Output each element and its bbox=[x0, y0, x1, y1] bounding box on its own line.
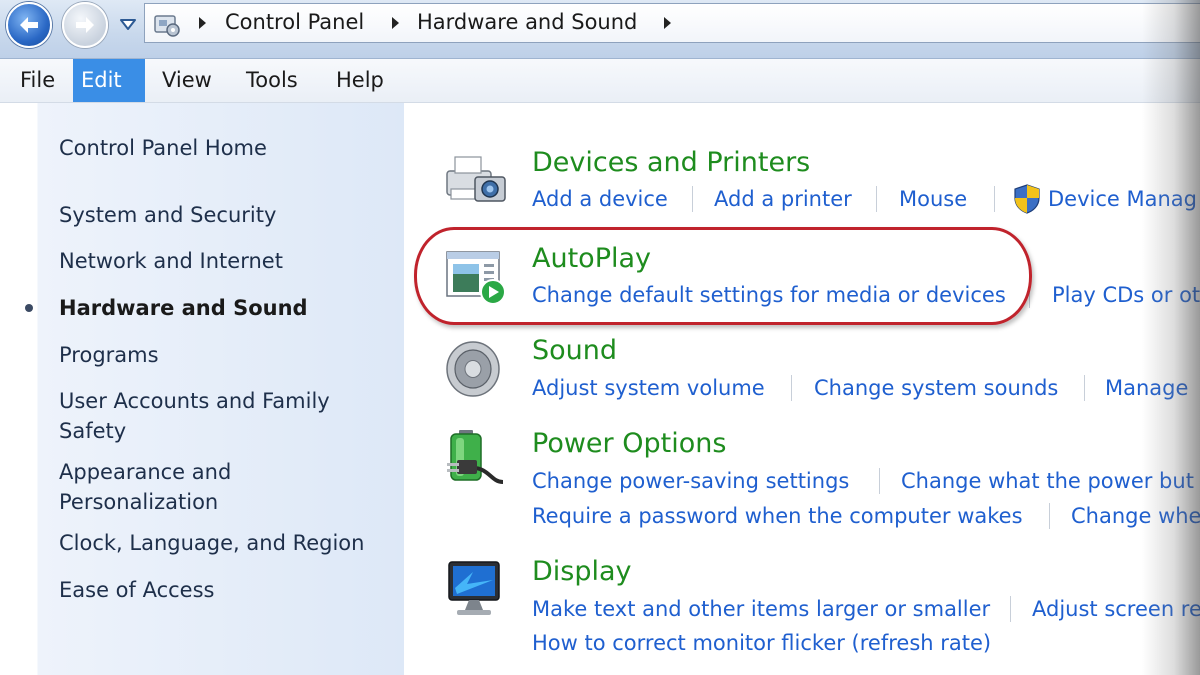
sidebar-item-programs[interactable]: Programs bbox=[59, 340, 159, 370]
arrow-right-icon bbox=[76, 17, 94, 33]
chevron-right-icon[interactable] bbox=[197, 16, 207, 30]
uac-shield-icon bbox=[1014, 184, 1040, 214]
breadcrumb-control-panel[interactable]: Control Panel bbox=[225, 10, 364, 34]
back-button[interactable] bbox=[6, 2, 52, 48]
link-separator bbox=[876, 186, 877, 212]
link-adjust-system-volume[interactable]: Adjust system volume bbox=[532, 376, 765, 400]
breadcrumb-hardware-and-sound[interactable]: Hardware and Sound bbox=[417, 10, 637, 34]
menu-edit[interactable]: Edit bbox=[73, 59, 145, 102]
menu-file[interactable]: File bbox=[12, 59, 63, 102]
current-item-bullet bbox=[25, 304, 33, 312]
link-separator bbox=[1084, 375, 1085, 401]
control-panel-icon bbox=[154, 15, 180, 37]
link-change-power-saving-settings[interactable]: Change power-saving settings bbox=[532, 469, 849, 493]
link-mouse[interactable]: Mouse bbox=[899, 187, 967, 211]
menu-view[interactable]: View bbox=[154, 59, 220, 102]
category-title-power-options[interactable]: Power Options bbox=[532, 428, 726, 459]
category-title-sound[interactable]: Sound bbox=[532, 335, 617, 366]
link-add-a-printer[interactable]: Add a printer bbox=[714, 187, 852, 211]
forward-button[interactable] bbox=[62, 2, 108, 48]
sidebar-item-network-and-internet[interactable]: Network and Internet bbox=[59, 246, 283, 276]
window-edge-shadow bbox=[1142, 0, 1200, 675]
recent-pages-chevron-icon[interactable] bbox=[118, 15, 138, 33]
link-separator bbox=[1010, 596, 1011, 622]
link-separator bbox=[791, 375, 792, 401]
category-title-display[interactable]: Display bbox=[532, 556, 632, 587]
category-content: Devices and Printers Add a device Add a … bbox=[405, 103, 1200, 675]
menu-tools[interactable]: Tools bbox=[238, 59, 306, 102]
sidebar-item-ease-of-access[interactable]: Ease of Access bbox=[59, 575, 214, 605]
sidebar-item-control-panel-home[interactable]: Control Panel Home bbox=[59, 133, 267, 163]
arrow-left-icon bbox=[20, 17, 38, 33]
link-correct-monitor-flicker[interactable]: How to correct monitor flicker (refresh … bbox=[532, 631, 991, 655]
menu-help[interactable]: Help bbox=[328, 59, 392, 102]
link-add-a-device[interactable]: Add a device bbox=[532, 187, 668, 211]
monitor-icon bbox=[448, 561, 500, 615]
link-require-password-on-wake[interactable]: Require a password when the computer wak… bbox=[532, 504, 1023, 528]
address-bar: Control Panel Hardware and Sound bbox=[0, 0, 1200, 59]
link-separator bbox=[994, 186, 995, 212]
sidebar-item-system-and-security[interactable]: System and Security bbox=[59, 200, 276, 230]
chevron-right-icon[interactable] bbox=[662, 16, 672, 30]
left-navigation-pane: Control Panel Home System and Security N… bbox=[0, 103, 404, 675]
speaker-icon bbox=[446, 341, 500, 397]
link-separator bbox=[692, 186, 693, 212]
link-separator bbox=[1049, 503, 1050, 529]
link-separator bbox=[879, 468, 880, 494]
link-change-system-sounds[interactable]: Change system sounds bbox=[814, 376, 1058, 400]
battery-plug-icon bbox=[447, 430, 504, 484]
printer-camera-icon bbox=[446, 156, 506, 202]
autoplay-highlight-ring bbox=[414, 227, 1032, 325]
menu-bar: File Edit View Tools Help bbox=[0, 59, 1200, 103]
sidebar-item-user-accounts[interactable]: User Accounts and Family Safety bbox=[59, 386, 359, 446]
breadcrumb[interactable]: Control Panel Hardware and Sound bbox=[144, 3, 1200, 43]
category-title-devices-and-printers[interactable]: Devices and Printers bbox=[532, 147, 810, 178]
sidebar-item-clock-language-region[interactable]: Clock, Language, and Region bbox=[59, 528, 364, 558]
sidebar-item-hardware-and-sound: Hardware and Sound bbox=[59, 296, 308, 320]
chevron-right-icon[interactable] bbox=[390, 16, 400, 30]
link-make-text-larger[interactable]: Make text and other items larger or smal… bbox=[532, 597, 990, 621]
sidebar-item-appearance[interactable]: Appearance and Personalization bbox=[59, 457, 259, 517]
